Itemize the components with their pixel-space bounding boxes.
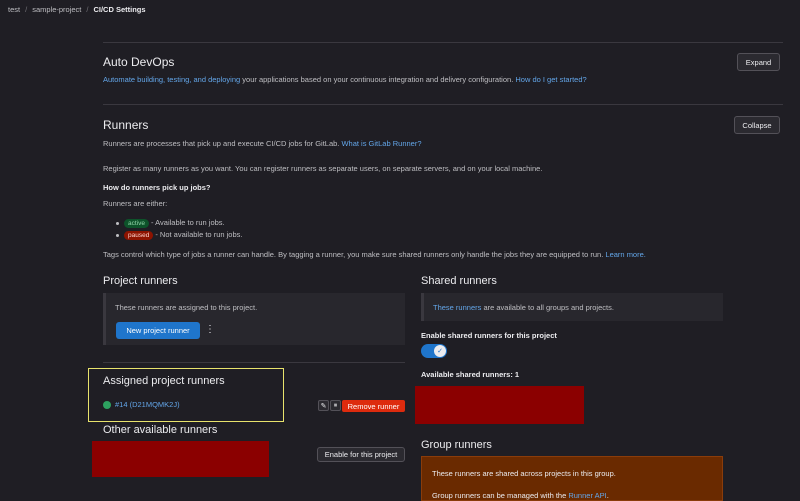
these-runners-link[interactable]: These runners [433,303,481,312]
shared-runners-title: Shared runners [421,275,497,287]
other-runners-title: Other available runners [103,424,218,436]
period-text: . [606,491,609,500]
paused-badge: paused [124,231,154,240]
runner-link[interactable]: #14 (D21MQMK2J) [115,400,180,409]
paused-list-item: paused - Not available to run jobs. [116,230,242,240]
project-runners-title: Project runners [103,275,178,287]
more-actions-kebab-icon[interactable]: ⋮ [205,325,215,335]
group-runners-api-text: Group runners can be managed with the Ru… [432,491,609,500]
shared-runners-panel-rest: are available to all groups and projects… [481,303,614,312]
runners-either-text: Runners are either: [103,199,168,208]
runner-api-link[interactable]: Runner API [568,491,606,500]
runners-description: Runners are processes that pick up and e… [103,139,422,148]
top-bar: test / sample-project / CI/CD Settings [0,0,800,20]
what-is-runner-link[interactable]: What is GitLab Runner? [341,139,421,148]
available-shared-runners-label: Available shared runners: 1 [421,370,520,379]
register-text: Register as many runners as you want. Yo… [103,164,543,173]
expand-button[interactable]: Expand [737,53,780,71]
auto-devops-help-link[interactable]: How do I get started? [515,75,586,84]
divider [103,42,783,43]
assigned-runners-title: Assigned project runners [103,375,225,387]
active-badge: active [124,219,149,228]
bullet-icon [116,221,119,225]
online-status-icon [103,400,111,409]
auto-devops-title: Auto DevOps [103,55,175,69]
bullet-icon [116,233,119,237]
remove-runner-button[interactable]: Remove runner [342,400,405,412]
shared-runners-panel-text: These runners are available to all group… [433,303,614,312]
group-runners-api-desc: Group runners can be managed with the [432,491,569,500]
auto-devops-desc-text: your applications based on your continuo… [240,75,514,84]
group-runners-title: Group runners [421,439,492,451]
active-list-item: active - Available to run jobs. [116,218,225,228]
shared-runners-panel: These runners are available to all group… [421,293,723,321]
how-runners-heading: How do runners pick up jobs? [103,183,211,192]
group-runners-text: These runners are shared across projects… [432,469,616,478]
runners-title: Runners [103,118,149,132]
redacted-shared-runners [415,386,584,424]
breadcrumb-item-test[interactable]: test [8,5,20,14]
new-project-runner-button[interactable]: New project runner [116,322,200,339]
toggle-knob: ✓ [434,345,446,357]
breadcrumb-current[interactable]: CI/CD Settings [93,5,145,14]
runner-item[interactable]: #14 (D21MQMK2J) [103,400,180,409]
runners-desc-text: Runners are processes that pick up and e… [103,139,340,148]
edit-runner-icon[interactable]: ✎ [318,400,329,411]
breadcrumb-separator: / [25,5,28,14]
enable-for-project-button[interactable]: Enable for this project [317,447,405,462]
auto-devops-link[interactable]: Automate building, testing, and deployin… [103,75,240,84]
breadcrumb: test / sample-project / CI/CD Settings [8,5,146,14]
pause-runner-icon[interactable]: ⏸ [330,400,341,411]
collapse-button[interactable]: Collapse [734,116,780,134]
shared-runners-toggle[interactable]: ✓ [421,344,447,358]
divider [103,362,405,363]
group-runners-panel: These runners are shared across projects… [421,456,723,501]
redacted-runner-list [92,441,269,477]
project-runners-panel-text: These runners are assigned to this proje… [115,303,258,312]
auto-devops-description: Automate building, testing, and deployin… [103,75,587,84]
enable-shared-runners-label: Enable shared runners for this project [421,331,557,340]
breadcrumb-separator: / [86,5,89,14]
divider [103,104,783,105]
check-icon: ✓ [437,348,443,355]
tags-desc: Tags control which type of jobs a runner… [103,250,604,259]
learn-more-link[interactable]: Learn more. [605,250,645,259]
active-description: - Available to run jobs. [150,218,225,227]
project-runners-panel: These runners are assigned to this proje… [103,293,405,345]
breadcrumb-item-project[interactable]: sample-project [32,5,81,14]
paused-description: - Not available to run jobs. [155,230,243,239]
tags-text: Tags control which type of jobs a runner… [103,250,646,259]
